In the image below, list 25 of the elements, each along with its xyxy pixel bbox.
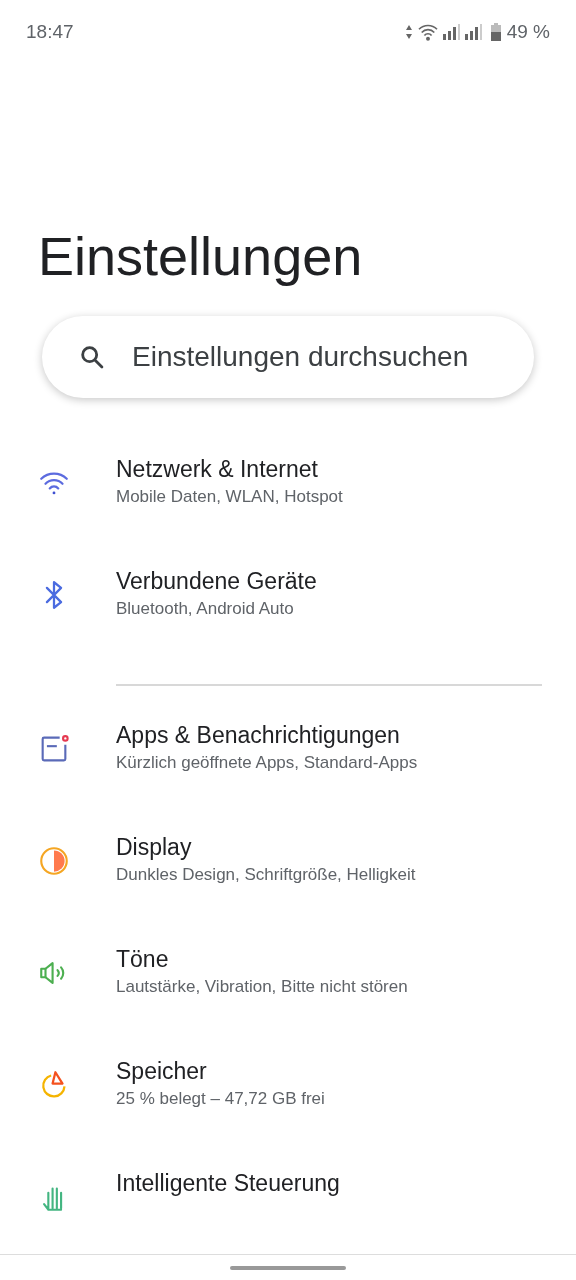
item-title: Speicher: [116, 1057, 208, 1086]
settings-item[interactable]: Intelligente Steuerung: [0, 1154, 576, 1254]
item-subtitle: Dunkles Design, Schriftgröße, Helligkeit: [116, 864, 416, 886]
settings-item[interactable]: Netzwerk & Internet Mobile Daten, WLAN, Hotspot: [0, 440, 576, 552]
page-title: Einstellungen: [38, 225, 364, 288]
item-subtitle: Mobile Daten, WLAN, Hotspot: [116, 486, 343, 508]
settings-item[interactable]: Speicher 25 % belegt – 47,72 GB frei: [0, 1042, 576, 1154]
item-title: Töne: [116, 945, 170, 974]
battery-text: 49 %: [506, 19, 550, 44]
clock-text: 18:47: [26, 19, 74, 44]
item-title: Verbundene Geräte: [116, 567, 317, 596]
item-title: Apps & Benachrichtigungen: [116, 721, 401, 750]
search-field[interactable]: Einstellungen durchsuchen: [42, 316, 534, 398]
item-subtitle: Bluetooth, Android Auto: [116, 598, 295, 620]
search-input[interactable]: Einstellungen durchsuchen: [132, 336, 498, 378]
item-title: Intelligente Steuerung: [116, 1169, 340, 1198]
settings-item[interactable]: Töne Lautstärke, Vibration, Bitte nicht stören: [0, 930, 576, 1042]
item-subtitle: 25 % belegt – 47,72 GB frei: [116, 1088, 325, 1110]
item-title: Display: [116, 833, 193, 862]
settings-item[interactable]: Verbundene Geräte Bluetooth, Android Auto: [0, 552, 576, 664]
item-subtitle: Kürzlich geöffnete Apps, Standard-Apps: [116, 752, 418, 774]
item-title: Netzwerk & Internet: [116, 455, 319, 484]
settings-item[interactable]: Apps & Benachrichtigungen Kürzlich geöffnete Apps, Standard-Apps: [0, 706, 576, 818]
item-subtitle: Lautstärke, Vibration, Bitte nicht stören: [116, 976, 408, 998]
settings-item[interactable]: Display Dunkles Design, Schriftgröße, Helligkeit: [0, 818, 576, 930]
